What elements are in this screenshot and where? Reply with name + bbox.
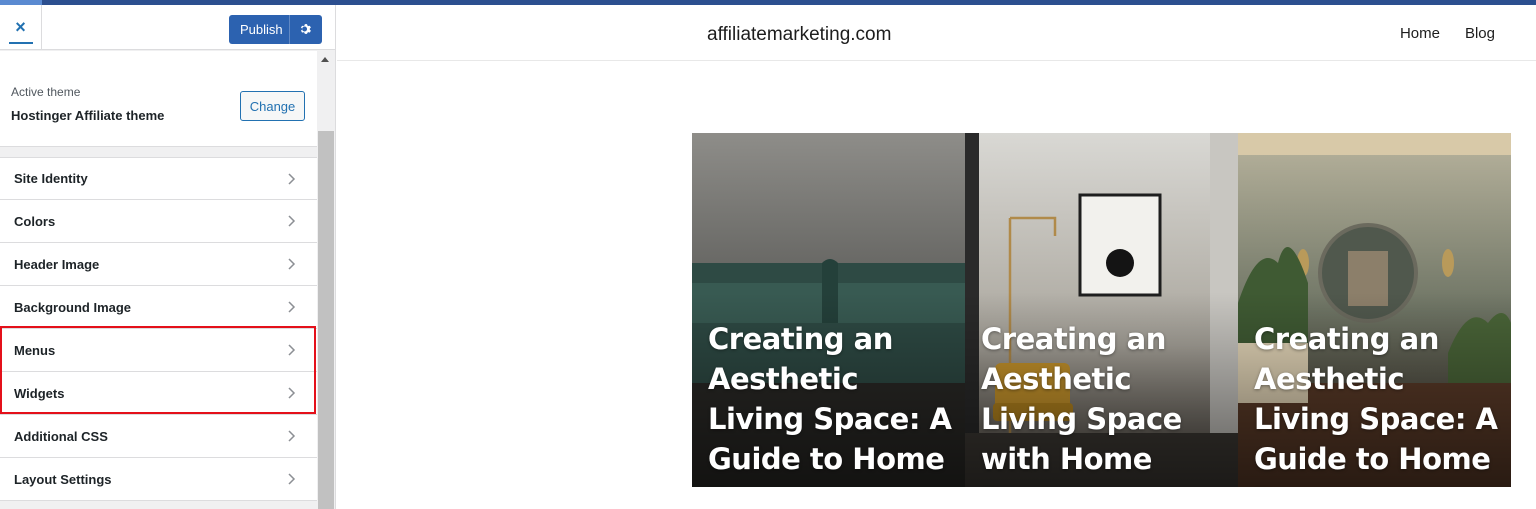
panel-label: Additional CSS [14,428,108,444]
site-preview: affiliatemarketing.com Home Blog Creatin… [337,5,1536,509]
customizer-header: × Publish [0,5,335,50]
post-title[interactable]: Creating an Aesthetic Living Space with … [981,319,1231,487]
site-header: affiliatemarketing.com Home Blog [337,5,1536,61]
post-card[interactable]: Creating an Aesthetic Living Space: A Gu… [1238,133,1511,487]
panel-layout-settings[interactable]: Layout Settings [0,458,317,501]
nav-item-home[interactable]: Home [1400,25,1440,42]
post-title[interactable]: Creating an Aesthetic Living Space: A Gu… [708,319,958,487]
chevron-right-icon [288,173,296,185]
chevron-right-icon [288,473,296,485]
panel-label: Header Image [14,256,100,272]
change-theme-button[interactable]: Change [240,91,305,121]
customizer-panels: Site Identity Colors Header Image Backgr… [0,157,317,501]
panel-label: Site Identity [14,171,88,186]
chevron-right-icon [288,344,296,356]
panel-label: Widgets [14,385,65,401]
chevron-right-icon [288,430,296,442]
publish-label: Publish [240,22,283,37]
customizer-sidebar: × Publish Active theme Hostinger Affilia… [0,5,336,509]
active-theme-section: Active theme Hostinger Affiliate theme C… [0,51,317,147]
post-title[interactable]: Creating an Aesthetic Living Space: A Gu… [1254,319,1504,487]
active-theme-label: Active theme [11,85,81,99]
theme-name: Hostinger Affiliate theme [11,108,165,123]
panel-label: Background Image [14,299,132,315]
panel-colors[interactable]: Colors [0,200,317,243]
panel-additional-css[interactable]: Additional CSS [0,415,317,458]
gear-icon[interactable] [299,22,313,36]
chevron-right-icon [288,387,296,399]
panel-background-image[interactable]: Background Image [0,286,317,329]
panel-header-image[interactable]: Header Image [0,243,317,286]
post-grid: Creating an Aesthetic Living Space: A Gu… [692,133,1511,487]
post-card[interactable]: Creating an Aesthetic Living Space with … [965,133,1238,487]
panel-site-identity[interactable]: Site Identity [0,157,317,200]
site-nav: Home Blog [1400,25,1495,42]
site-title[interactable]: affiliatemarketing.com [707,24,891,46]
scroll-up-arrow-icon[interactable] [321,57,329,62]
sidebar-scrollbar[interactable] [317,51,335,509]
panel-widgets[interactable]: Widgets [0,372,317,415]
panel-menus[interactable]: Menus [0,329,317,372]
post-card[interactable]: Creating an Aesthetic Living Space: A Gu… [692,133,965,487]
scrollbar-thumb[interactable] [318,131,334,509]
publish-button[interactable]: Publish [229,15,322,44]
panel-label: Colors [14,213,56,229]
chevron-right-icon [288,215,296,227]
panel-label: Menus [14,342,56,358]
chevron-right-icon [288,301,296,313]
chevron-right-icon [288,258,296,270]
nav-item-blog[interactable]: Blog [1465,25,1495,42]
panel-label: Layout Settings [14,471,112,487]
publish-separator [289,15,290,44]
close-icon[interactable]: × [0,5,42,50]
